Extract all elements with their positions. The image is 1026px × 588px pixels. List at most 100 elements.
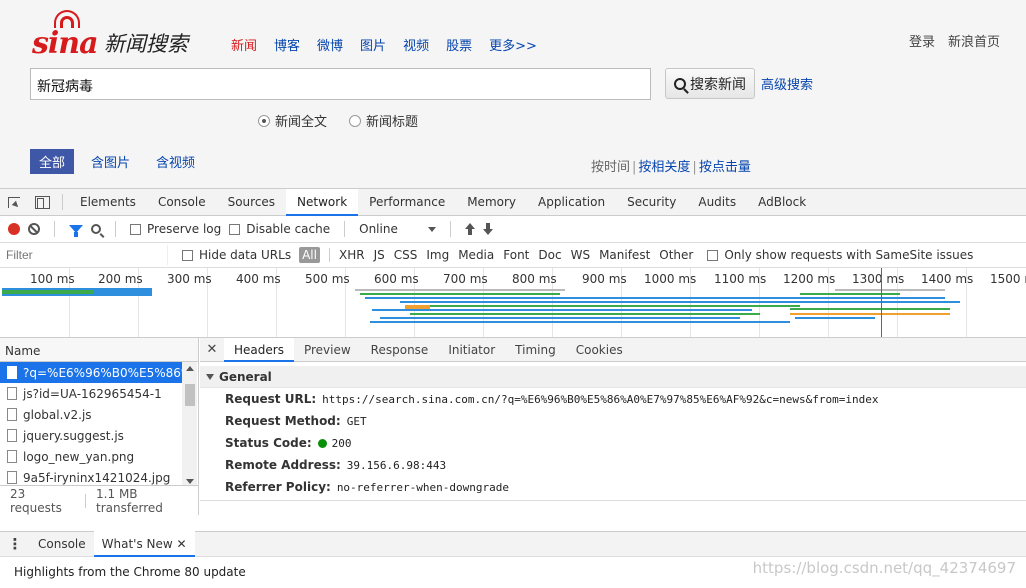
nav-news[interactable]: 新闻 <box>231 35 257 54</box>
request-row[interactable]: ?q=%E6%96%B0%E5%86%A0%E7%97%85%E6%AF%92&… <box>0 362 182 383</box>
script-icon <box>7 408 17 421</box>
tab-adblock[interactable]: AdBlock <box>747 189 817 216</box>
tab-security[interactable]: Security <box>616 189 687 216</box>
type-all[interactable]: All <box>299 247 320 263</box>
tab-console[interactable]: Console <box>147 189 217 216</box>
disable-cache-label: Disable cache <box>246 222 331 236</box>
request-list-scrollbar[interactable] <box>182 362 197 485</box>
filter-input[interactable] <box>2 245 168 265</box>
disable-cache-checkbox[interactable]: Disable cache <box>229 222 330 236</box>
tab-memory[interactable]: Memory <box>456 189 527 216</box>
search-input[interactable]: 新冠病毒 <box>30 68 651 100</box>
nav-stocks[interactable]: 股票 <box>446 35 472 54</box>
field-value: 39.156.6.98:443 <box>346 458 447 472</box>
network-overview-timeline[interactable]: 100 ms 200 ms 300 ms 400 ms 500 ms 600 m… <box>0 268 1026 338</box>
samesite-label: Only show requests with SameSite issues <box>724 248 974 262</box>
search-icon[interactable] <box>91 224 101 234</box>
hide-data-urls-checkbox[interactable]: Hide data URLs <box>182 248 291 262</box>
tab-all[interactable]: 全部 <box>30 149 75 174</box>
tab-application[interactable]: Application <box>527 189 616 216</box>
timeline-tick-label: 500 ms <box>305 272 350 286</box>
header-field-referrer-policy: Referrer Policy: no-referrer-when-downgr… <box>200 476 1026 498</box>
scrollbar-thumb[interactable] <box>185 384 195 406</box>
advanced-search-link[interactable]: 高级搜索 <box>761 74 813 93</box>
tab-elements[interactable]: Elements <box>69 189 147 216</box>
nav-more[interactable]: 更多>> <box>489 35 537 54</box>
tab-audits[interactable]: Audits <box>687 189 747 216</box>
header-field-status-code: Status Code: 200 <box>200 432 1026 454</box>
timeline-tick-label: 300 ms <box>167 272 212 286</box>
login-link[interactable]: 登录 <box>909 31 935 50</box>
nav-images[interactable]: 图片 <box>360 35 386 54</box>
nav-video[interactable]: 视频 <box>403 35 429 54</box>
samesite-checkbox[interactable]: Only show requests with SameSite issues <box>707 248 973 262</box>
request-row[interactable]: logo_new_yan.png <box>0 446 182 467</box>
tab-initiator[interactable]: Initiator <box>438 338 505 362</box>
preserve-log-checkbox[interactable]: Preserve log <box>130 222 221 236</box>
search-news-button[interactable]: 搜索新闻 <box>665 68 755 99</box>
request-row[interactable]: global.v2.js <box>0 404 182 425</box>
tab-cookies[interactable]: Cookies <box>566 338 633 362</box>
tab-sources[interactable]: Sources <box>217 189 286 216</box>
watermark-text: https://blog.csdn.net/qq_42374697 <box>752 559 1016 577</box>
nav-weibo[interactable]: 微博 <box>317 35 343 54</box>
sina-logo[interactable]: sina 新闻搜索 <box>32 10 207 61</box>
clear-icon[interactable] <box>28 223 40 235</box>
tab-network[interactable]: Network <box>286 188 359 216</box>
tab-with-images[interactable]: 含图片 <box>82 149 139 174</box>
request-count: 23 requests <box>10 486 62 515</box>
export-har-icon[interactable] <box>482 223 493 235</box>
sort-by-time[interactable]: 按时间 <box>591 160 630 175</box>
field-key: Remote Address: <box>225 458 341 472</box>
tab-headers[interactable]: Headers <box>224 337 294 362</box>
general-section-toggle[interactable]: General <box>200 366 1026 388</box>
header-field-remote-address: Remote Address: 39.156.6.98:443 <box>200 454 1026 476</box>
more-menu-icon[interactable]: ⋮ <box>0 537 30 552</box>
type-other[interactable]: Other <box>659 248 693 262</box>
timeline-tick-label: 1000 ms <box>644 272 697 286</box>
scroll-down-icon[interactable] <box>186 479 194 484</box>
tab-performance[interactable]: Performance <box>358 189 456 216</box>
type-js[interactable]: JS <box>374 248 385 262</box>
type-media[interactable]: Media <box>458 248 494 262</box>
sina-home-link[interactable]: 新浪首页 <box>948 31 1000 50</box>
devtools-tabbar: Elements Console Sources Network Perform… <box>0 188 1026 216</box>
filter-icon[interactable] <box>69 225 83 237</box>
import-har-icon[interactable] <box>464 223 475 235</box>
type-xhr[interactable]: XHR <box>339 248 365 262</box>
close-icon[interactable]: ✕ <box>177 537 187 551</box>
column-header-name[interactable]: Name <box>0 338 198 362</box>
tab-timing[interactable]: Timing <box>505 338 566 362</box>
waterfall-bar <box>790 308 950 310</box>
device-mode-icon <box>34 195 50 209</box>
request-row[interactable]: jquery.suggest.js <box>0 425 182 446</box>
record-icon[interactable] <box>8 223 20 235</box>
waterfall-bar <box>835 289 945 291</box>
radio-title-only[interactable]: 新闻标题 <box>349 111 418 130</box>
device-toolbar-button[interactable] <box>28 189 56 216</box>
request-row[interactable]: js?id=UA-162965454-1 <box>0 383 182 404</box>
type-ws[interactable]: WS <box>571 248 590 262</box>
drawer-tab-whats-new[interactable]: What's New ✕ <box>93 531 195 557</box>
tab-preview[interactable]: Preview <box>294 338 361 362</box>
type-img[interactable]: Img <box>426 248 449 262</box>
type-manifest[interactable]: Manifest <box>599 248 650 262</box>
drawer-tab-console[interactable]: Console <box>30 531 94 557</box>
timeline-tick-label: 400 ms <box>236 272 281 286</box>
sort-by-clicks[interactable]: 按点击量 <box>699 160 751 175</box>
close-icon[interactable]: ✕ <box>200 342 224 357</box>
sort-options: 按时间 | 按相关度 | 按点击量 <box>591 160 751 175</box>
nav-blog[interactable]: 博客 <box>274 35 300 54</box>
radio-full-text[interactable]: 新闻全文 <box>258 111 327 130</box>
tab-with-video[interactable]: 含视频 <box>147 149 204 174</box>
type-doc[interactable]: Doc <box>538 248 561 262</box>
throttling-select[interactable]: Online <box>359 222 436 236</box>
type-css[interactable]: CSS <box>394 248 418 262</box>
scroll-up-icon[interactable] <box>186 366 194 371</box>
divider <box>62 194 63 210</box>
tab-response[interactable]: Response <box>361 338 439 362</box>
timeline-tick-label: 600 ms <box>374 272 419 286</box>
sort-by-relevance[interactable]: 按相关度 <box>638 160 690 175</box>
type-font[interactable]: Font <box>503 248 529 262</box>
inspect-element-button[interactable] <box>0 189 28 216</box>
